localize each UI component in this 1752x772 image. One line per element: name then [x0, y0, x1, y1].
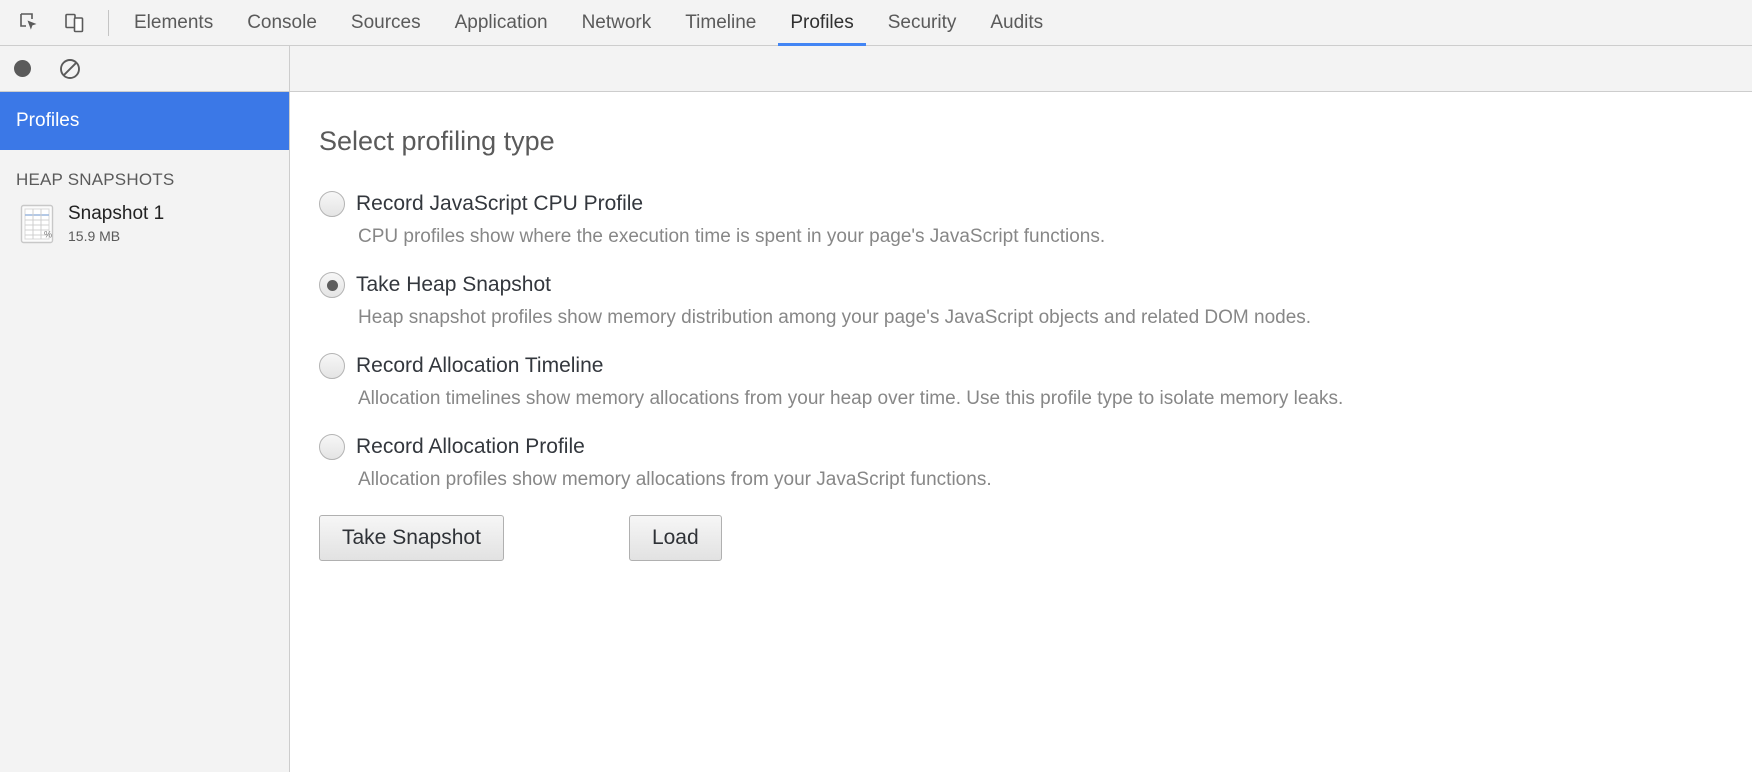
- radio-take-heap-snapshot[interactable]: [319, 272, 345, 298]
- load-button[interactable]: Load: [628, 515, 722, 561]
- option-label: Take Heap Snapshot: [356, 273, 551, 296]
- profiles-action-group: [0, 46, 290, 91]
- option-description: Allocation timelines show memory allocat…: [358, 388, 1344, 409]
- tab-label: Elements: [134, 11, 214, 33]
- profiles-action-toolbar: [0, 46, 1752, 92]
- toolbar-icon-group: [0, 8, 90, 38]
- option-label: Record Allocation Profile: [356, 435, 585, 458]
- sidebar-header-label: Profiles: [16, 110, 80, 131]
- sidebar-section-heap-snapshots: HEAP SNAPSHOTS: [0, 150, 289, 198]
- option-record-allocation-profile[interactable]: Record Allocation Profile: [319, 434, 1752, 460]
- list-item[interactable]: % Snapshot 1 15.9 MB: [0, 198, 289, 249]
- svg-text:%: %: [44, 229, 52, 239]
- option-description: CPU profiles show where the execution ti…: [358, 226, 1106, 247]
- tab-network[interactable]: Network: [565, 0, 669, 46]
- tab-label: Network: [581, 11, 652, 33]
- option-label: Record JavaScript CPU Profile: [356, 192, 644, 215]
- take-snapshot-button[interactable]: Take Snapshot: [319, 515, 504, 561]
- tab-console[interactable]: Console: [230, 0, 334, 46]
- tab-sources[interactable]: Sources: [334, 0, 438, 46]
- device-toolbar-icon[interactable]: [60, 8, 90, 38]
- option-record-cpu-profile[interactable]: Record JavaScript CPU Profile: [319, 191, 1752, 217]
- sidebar-item-profiles[interactable]: Profiles: [0, 92, 289, 150]
- profiles-sidebar: Profiles HEAP SNAPSHOTS % Snapshot 1 15.…: [0, 92, 290, 772]
- heap-snapshot-grid-icon: %: [20, 204, 54, 244]
- action-buttons: Take Snapshot Load: [319, 515, 1752, 561]
- profile-type-panel: Select profiling type Record JavaScript …: [290, 92, 1752, 772]
- panel-tabs: Elements Console Sources Application Net…: [117, 0, 1060, 46]
- tab-label: Timeline: [685, 11, 757, 33]
- section-label-text: HEAP SNAPSHOTS: [16, 170, 175, 189]
- option-description: Heap snapshot profiles show memory distr…: [358, 307, 1312, 328]
- tab-label: Profiles: [790, 11, 854, 33]
- radio-record-cpu-profile[interactable]: [319, 191, 345, 217]
- option-description: Allocation profiles show memory allocati…: [358, 469, 992, 490]
- tab-label: Audits: [990, 11, 1044, 33]
- tab-label: Sources: [350, 11, 421, 33]
- profiles-toolbar-empty: [290, 46, 1752, 91]
- tab-elements[interactable]: Elements: [117, 0, 230, 46]
- radio-dot-icon: [326, 279, 338, 291]
- page-title: Select profiling type: [319, 126, 555, 156]
- tab-application[interactable]: Application: [438, 0, 565, 46]
- radio-record-allocation-timeline[interactable]: [319, 353, 345, 379]
- tab-label: Security: [887, 11, 957, 33]
- option-label: Record Allocation Timeline: [356, 354, 604, 377]
- snapshot-title: Snapshot 1: [68, 203, 165, 224]
- tab-timeline[interactable]: Timeline: [668, 0, 773, 46]
- clear-no-entry-icon[interactable]: [55, 54, 85, 84]
- record-circle-icon[interactable]: [14, 60, 31, 77]
- devtools-tabbar: Elements Console Sources Application Net…: [0, 0, 1752, 46]
- radio-record-allocation-profile[interactable]: [319, 434, 345, 460]
- option-record-allocation-timeline[interactable]: Record Allocation Timeline: [319, 353, 1752, 379]
- tab-label: Application: [454, 11, 548, 33]
- tab-audits[interactable]: Audits: [973, 0, 1060, 46]
- option-take-heap-snapshot[interactable]: Take Heap Snapshot: [319, 272, 1752, 298]
- tab-label: Console: [247, 11, 317, 33]
- toolbar-divider: [108, 9, 109, 36]
- snapshot-info: Snapshot 1 15.9 MB: [68, 202, 164, 245]
- inspect-element-icon[interactable]: [14, 8, 44, 38]
- tab-security[interactable]: Security: [871, 0, 974, 46]
- snapshot-size: 15.9 MB: [68, 227, 121, 244]
- profiles-body: Profiles HEAP SNAPSHOTS % Snapshot 1 15.…: [0, 92, 1752, 772]
- tab-profiles[interactable]: Profiles: [773, 0, 870, 46]
